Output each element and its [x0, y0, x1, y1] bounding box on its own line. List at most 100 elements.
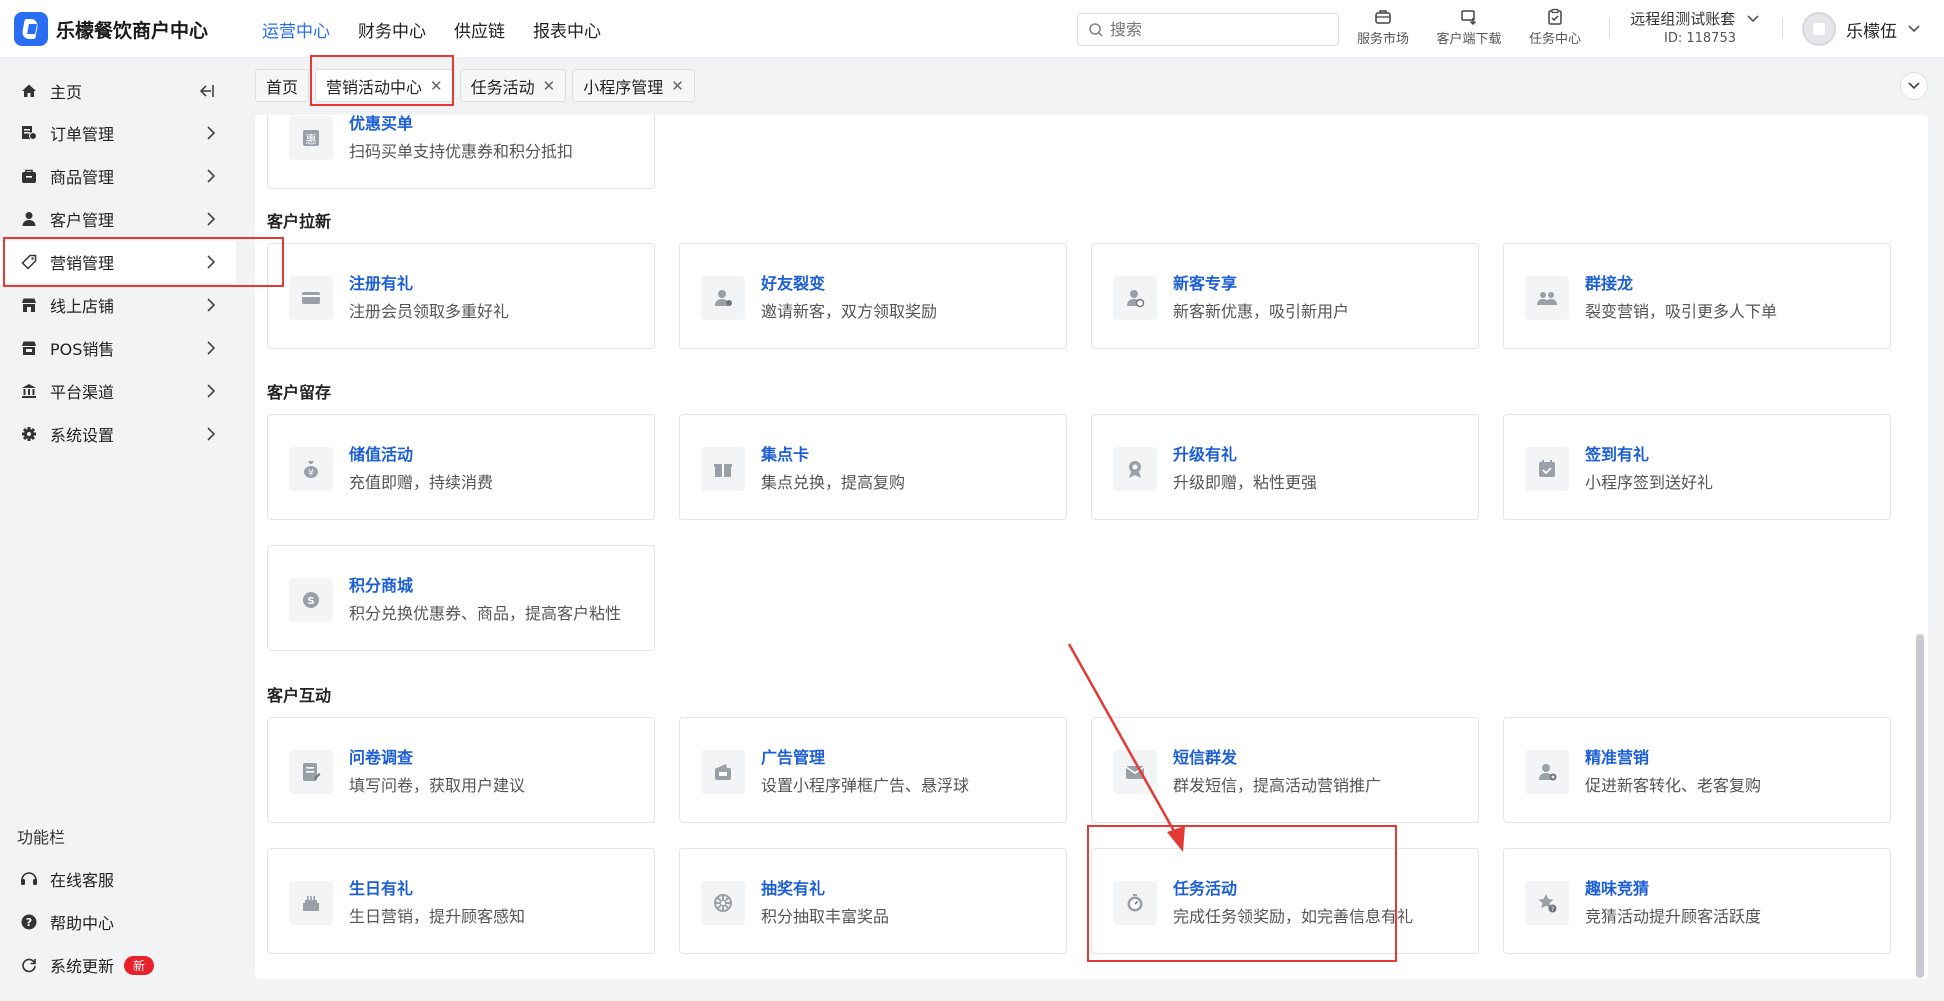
- svg-text:惠: 惠: [306, 132, 317, 146]
- card-upgrade-gift[interactable]: 升级有礼 升级即赠，粘性更强: [1091, 414, 1479, 520]
- wheel-icon: [701, 881, 745, 925]
- bank-icon: [22, 384, 36, 398]
- search-input[interactable]: [1110, 20, 1310, 39]
- func-item-label: 帮助中心: [50, 914, 115, 933]
- divider: [1782, 18, 1783, 38]
- close-icon[interactable]: ✕: [671, 77, 684, 95]
- card-lottery[interactable]: 抽奖有礼 积分抽取丰富奖品: [679, 848, 1067, 954]
- card-desc: 填写问卷，获取用户建议: [349, 776, 526, 795]
- sidebar-item-marketing[interactable]: 营销管理: [0, 241, 236, 283]
- system-update-link[interactable]: 系统更新 新: [0, 944, 236, 986]
- chevron-right-icon: [207, 212, 216, 226]
- tab-home[interactable]: 首页: [255, 69, 310, 102]
- topnav-reports[interactable]: 报表中心: [533, 17, 601, 42]
- card-desc: 充值即赠，持续消费: [349, 473, 494, 492]
- card-stored-value[interactable]: ¥ 储值活动 充值即赠，持续消费: [267, 414, 655, 520]
- card-ad-management[interactable]: 广告管理 设置小程序弹框广告、悬浮球: [679, 717, 1067, 823]
- help-center-link[interactable]: ? 帮助中心: [0, 901, 236, 943]
- sidebar-item-label: 线上店铺: [50, 297, 115, 316]
- card-title: 精准营销: [1585, 748, 1650, 767]
- card-register-gift[interactable]: 注册有礼 注册会员领取多重好礼: [267, 243, 655, 349]
- sidebar-item-label: 营销管理: [50, 254, 115, 273]
- chevron-right-icon: [207, 126, 216, 140]
- store-icon: [22, 298, 36, 312]
- card-check-in[interactable]: 签到有礼 小程序签到送好礼: [1503, 414, 1891, 520]
- card-new-customer[interactable]: 新客专享 新客新优惠，吸引新用户: [1091, 243, 1479, 349]
- card-title: 好友裂变: [761, 274, 826, 293]
- chevron-down-icon: [1747, 15, 1759, 23]
- card-desc: 扫码买单支持优惠券和积分抵扣: [349, 142, 574, 161]
- goods-icon: [22, 169, 36, 183]
- card-desc: 积分抽取丰富奖品: [761, 907, 890, 926]
- card-desc: 促进新客转化、老客复购: [1585, 776, 1762, 795]
- search-box[interactable]: [1077, 13, 1339, 46]
- card-desc: 集点兑换，提高复购: [761, 473, 906, 492]
- topnav-operations[interactable]: 运营中心: [262, 17, 330, 42]
- card-points-mall[interactable]: S 积分商城 积分兑换优惠券、商品，提高客户粘性: [267, 545, 655, 651]
- func-item-label: 在线客服: [50, 871, 115, 890]
- chevron-right-icon: [207, 298, 216, 312]
- card-desc: 新客新优惠，吸引新用户: [1173, 302, 1350, 321]
- sidebar-item-online-store[interactable]: 线上店铺: [0, 284, 236, 326]
- topnav-finance[interactable]: 财务中心: [358, 17, 426, 42]
- user-name: 乐檬伍: [1846, 21, 1897, 42]
- card-desc: 积分兑换优惠券、商品，提高客户粘性: [349, 604, 622, 623]
- card-title: 升级有礼: [1173, 445, 1238, 464]
- calendar-check-icon: [1525, 447, 1569, 491]
- card-friend-referral[interactable]: 好友裂变 邀请新客，双方领取奖励: [679, 243, 1067, 349]
- sidebar-item-goods[interactable]: 商品管理: [0, 155, 236, 197]
- card-title: 问卷调查: [349, 748, 414, 767]
- sidebar-item-settings[interactable]: 系统设置: [0, 413, 236, 455]
- online-support-link[interactable]: 在线客服: [0, 858, 236, 900]
- service-market-button[interactable]: 服务市场: [1345, 8, 1421, 47]
- card-survey[interactable]: 问卷调查 填写问卷，获取用户建议: [267, 717, 655, 823]
- card-desc: 生日营销，提升顾客感知: [349, 907, 526, 926]
- card-desc: 竞猜活动提升顾客活跃度: [1585, 907, 1762, 926]
- card-title: 积分商城: [349, 576, 414, 595]
- account-switcher[interactable]: 远程组测试账套 ID: 118753: [1620, 8, 1760, 46]
- tab-mini-program[interactable]: 小程序管理 ✕: [572, 69, 695, 102]
- user-menu[interactable]: 乐檬伍: [1802, 12, 1921, 46]
- app-name: 乐檬餐饮商户中心: [56, 19, 209, 42]
- content-scrollbar[interactable]: [1916, 634, 1924, 978]
- card-desc: 完成任务领奖励，如完善信息有礼: [1173, 907, 1414, 926]
- card-desc: 小程序签到送好礼: [1585, 473, 1714, 492]
- card-group-buy[interactable]: 群接龙 裂变营销，吸引更多人下单: [1503, 243, 1891, 349]
- discount-icon: 惠: [289, 116, 333, 160]
- topnav-supply-chain[interactable]: 供应链: [454, 17, 505, 42]
- card-title: 新客专享: [1173, 274, 1238, 293]
- task-center-button[interactable]: 任务中心: [1517, 8, 1593, 47]
- sidebar-item-orders[interactable]: 订单管理: [0, 112, 236, 154]
- app-logo[interactable]: 乐檬餐饮商户中心: [14, 12, 208, 46]
- card-guessing-game[interactable]: ? 趣味竞猜 竞猜活动提升顾客活跃度: [1503, 848, 1891, 954]
- card-birthday-gift[interactable]: 生日有礼 生日营销，提升顾客感知: [267, 848, 655, 954]
- chevron-right-icon: [207, 255, 216, 269]
- svg-text:?: ?: [1551, 905, 1554, 913]
- stopwatch-icon: [1113, 881, 1157, 925]
- tab-task-activity[interactable]: 任务活动 ✕: [459, 69, 567, 102]
- card-title: 注册有礼: [349, 274, 414, 293]
- tabs-dropdown-button[interactable]: [1900, 72, 1928, 100]
- sidebar-item-channels[interactable]: 平台渠道: [0, 370, 236, 412]
- svg-text:?: ?: [26, 916, 32, 929]
- close-icon[interactable]: ✕: [543, 77, 556, 95]
- card-desc: 设置小程序弹框广告、悬浮球: [761, 776, 970, 795]
- collapse-sidebar-icon[interactable]: [198, 83, 216, 99]
- card-title: 签到有礼: [1585, 445, 1650, 464]
- card-precision-marketing[interactable]: 精准营销 促进新客转化、老客复购: [1503, 717, 1891, 823]
- card-point-card[interactable]: 集点卡 集点兑换，提高复购: [679, 414, 1067, 520]
- tab-label: 营销活动中心: [326, 77, 423, 97]
- client-download-button[interactable]: 客户端下载: [1431, 8, 1507, 47]
- sidebar-item-home[interactable]: 主页: [0, 70, 236, 112]
- chevron-right-icon: [207, 341, 216, 355]
- sidebar-item-pos[interactable]: POS销售: [0, 327, 236, 369]
- card-quick-pay[interactable]: 惠 优惠买单 扫码买单支持优惠券和积分抵扣: [267, 115, 655, 189]
- chevron-right-icon: [207, 427, 216, 441]
- tab-marketing-center[interactable]: 营销活动中心 ✕: [315, 69, 454, 102]
- tab-label: 小程序管理: [583, 77, 664, 97]
- avatar: [1802, 12, 1836, 46]
- sidebar-item-customers[interactable]: 客户管理: [0, 198, 236, 240]
- card-task-activity[interactable]: 任务活动 完成任务领奖励，如完善信息有礼: [1091, 848, 1479, 954]
- close-icon[interactable]: ✕: [430, 77, 443, 95]
- card-title: 广告管理: [761, 748, 826, 767]
